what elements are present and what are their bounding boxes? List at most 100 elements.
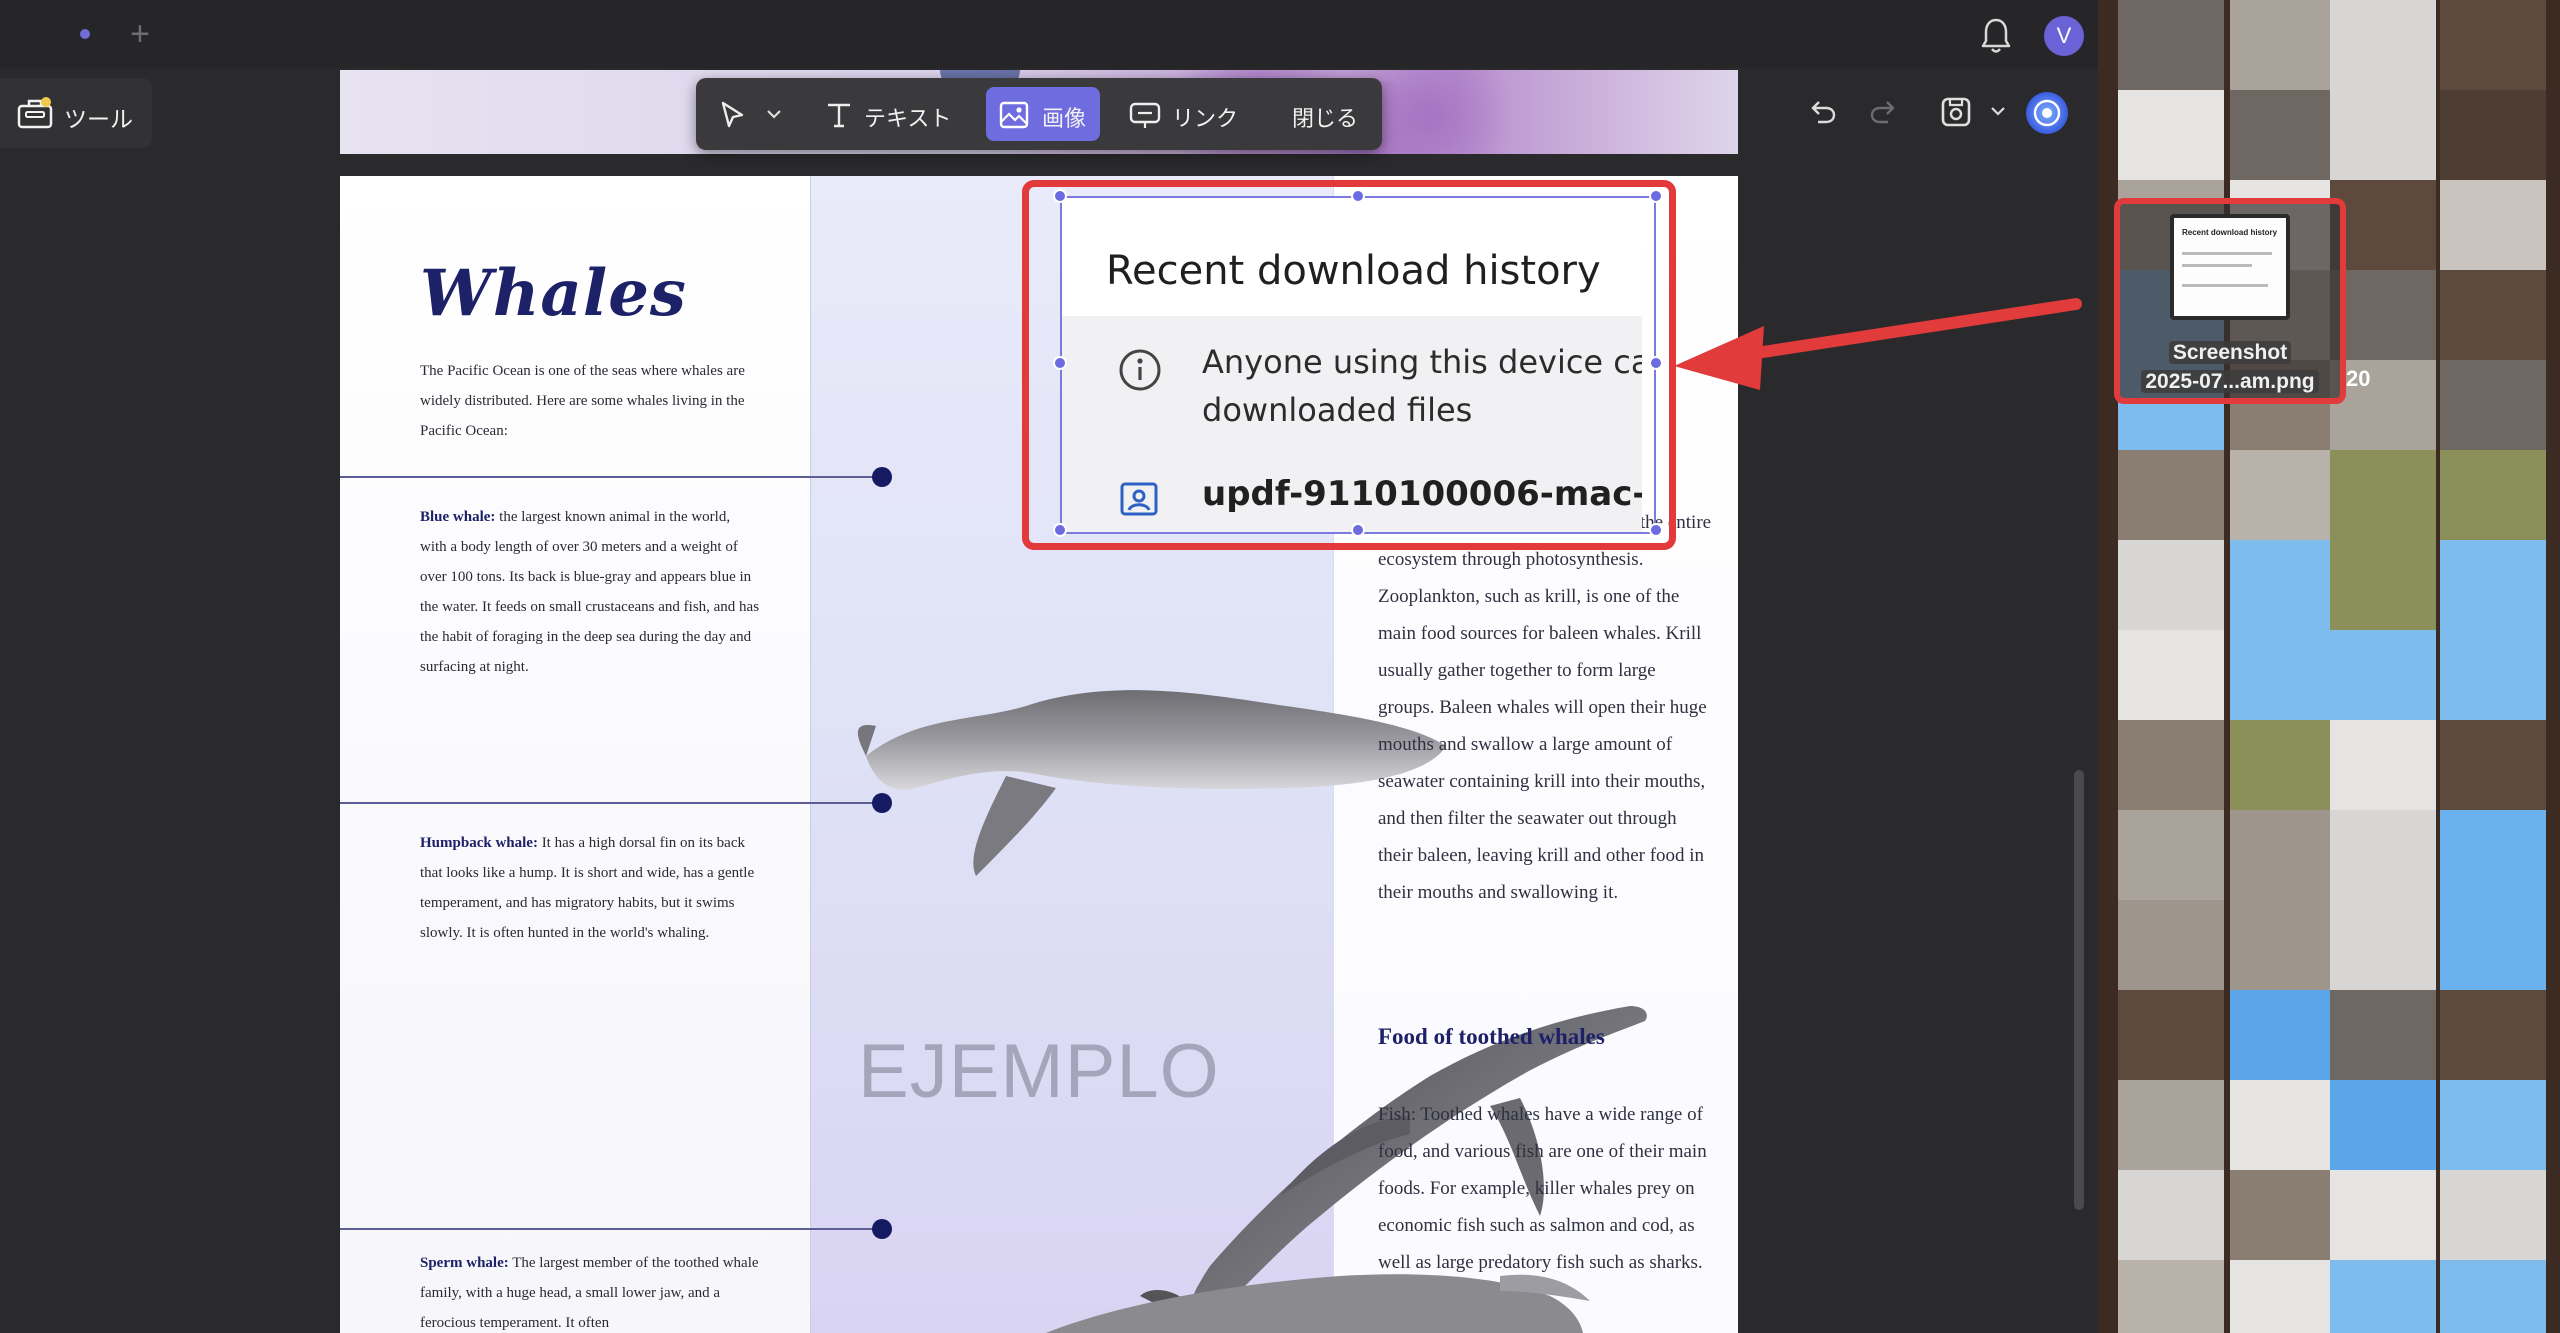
new-tab-button[interactable]: + bbox=[130, 14, 150, 54]
blurred-icon-tile bbox=[2330, 990, 2436, 1080]
chevron-down-icon bbox=[767, 110, 781, 119]
close-edit-button[interactable]: 閉じる bbox=[1280, 87, 1370, 141]
image-tool-button[interactable]: 画像 bbox=[986, 87, 1100, 141]
blurred-icon-tile bbox=[2440, 720, 2546, 810]
text-icon bbox=[828, 103, 850, 128]
entry-name: Sperm whale: bbox=[420, 1255, 509, 1271]
blurred-icon-tile bbox=[2330, 1260, 2436, 1333]
blurred-icon-tile bbox=[2230, 720, 2336, 810]
tab-indicator[interactable] bbox=[80, 29, 90, 39]
edit-toolbar: テキスト 画像 リンク 閉じる bbox=[696, 78, 1382, 150]
blurred-icon-tile bbox=[2330, 540, 2436, 630]
thumbnail-mini-line bbox=[2182, 252, 2272, 255]
blurred-icon-tile bbox=[2118, 540, 2224, 630]
chevron-down-icon[interactable] bbox=[1990, 104, 2006, 118]
blurred-icon-tile bbox=[2440, 1170, 2546, 1260]
blurred-icon-tile bbox=[2440, 990, 2546, 1080]
blurred-icon-tile bbox=[2440, 90, 2546, 180]
blurred-icon-tile bbox=[2118, 90, 2224, 180]
blurred-icon-tile bbox=[2118, 810, 2224, 900]
document-title[interactable]: Whales bbox=[420, 256, 687, 331]
toolbox-icon bbox=[17, 97, 53, 129]
text-tool-label: テキスト bbox=[864, 106, 952, 131]
blurred-icon-tile bbox=[2230, 810, 2336, 900]
blurred-icon-tile bbox=[2330, 0, 2436, 90]
entry-sperm-whale[interactable]: Sperm whale: The largest member of the t… bbox=[420, 1248, 760, 1333]
image-icon bbox=[999, 101, 1029, 129]
entry-name: Blue whale: bbox=[420, 509, 496, 525]
blurred-icon-tile bbox=[2230, 1170, 2336, 1260]
blurred-icon-tile bbox=[2330, 1170, 2436, 1260]
blurred-icon-tile bbox=[2118, 1260, 2224, 1333]
blurred-icon-tile bbox=[2118, 720, 2224, 810]
thumbnail-mini-line bbox=[2182, 284, 2268, 287]
blurred-icon-tile bbox=[2440, 900, 2546, 990]
divider-line bbox=[340, 802, 888, 804]
blurred-icon-tile bbox=[2118, 0, 2224, 90]
blurred-icon-tile bbox=[2230, 1260, 2336, 1333]
bell-icon[interactable] bbox=[1978, 16, 2014, 56]
timeline-node bbox=[872, 467, 892, 487]
divider-line bbox=[340, 476, 888, 478]
entry-humpback-whale[interactable]: Humpback whale: It has a high dorsal fin… bbox=[420, 828, 760, 948]
undo-icon[interactable] bbox=[1806, 96, 1838, 128]
desktop-partial-label: 20 bbox=[2346, 366, 2371, 391]
blurred-icon-tile bbox=[2118, 630, 2224, 720]
screenshot-file-thumbnail[interactable]: Recent download history bbox=[2170, 214, 2290, 320]
blurred-icon-tile bbox=[2118, 1080, 2224, 1170]
blurred-icon-tile bbox=[2440, 360, 2546, 450]
save-icon[interactable] bbox=[1938, 94, 1974, 130]
blurred-icon-tile bbox=[2440, 270, 2546, 360]
blurred-icon-tile bbox=[2118, 450, 2224, 540]
title-bar: + V bbox=[0, 0, 2098, 68]
right-heading-toothed[interactable]: Food of toothed whales bbox=[1378, 1024, 1605, 1050]
text-tool-button[interactable]: テキスト bbox=[814, 87, 964, 141]
file-label-line-2: 2025-07...am.png bbox=[2141, 370, 2319, 393]
blurred-icon-tile bbox=[2230, 900, 2336, 990]
blurred-icon-tile bbox=[2440, 1260, 2546, 1333]
left-column bbox=[340, 176, 810, 1333]
right-paragraph-baleen[interactable]: ecosystem and provide energy for the ent… bbox=[1378, 504, 1712, 911]
app-window: + V ツール Whales The Pacific Ocean is one … bbox=[0, 0, 2098, 1333]
blurred-icon-tile bbox=[2230, 630, 2336, 720]
cursor-icon bbox=[721, 101, 744, 128]
blurred-icon-tile bbox=[2118, 1170, 2224, 1260]
tools-button[interactable]: ツール bbox=[0, 78, 152, 148]
blurred-icon-tile bbox=[2440, 630, 2546, 720]
blurred-icon-tile bbox=[2230, 540, 2336, 630]
blurred-icon-tile bbox=[2330, 630, 2436, 720]
file-label-line-1: Screenshot bbox=[2168, 341, 2292, 364]
right-paragraph-fish[interactable]: Fish: Toothed whales have a wide range o… bbox=[1378, 1096, 1712, 1281]
link-tool-label: リンク bbox=[1172, 106, 1239, 131]
blurred-icon-tile bbox=[2230, 450, 2336, 540]
blurred-icon-tile bbox=[2440, 810, 2546, 900]
blurred-icon-tile bbox=[2230, 1080, 2336, 1170]
blurred-icon-tile bbox=[2330, 90, 2436, 180]
blurred-icon-tile bbox=[2440, 450, 2546, 540]
screen: + V ツール Whales The Pacific Ocean is one … bbox=[0, 0, 2560, 1333]
red-arrow-annotation bbox=[1674, 298, 2082, 390]
link-tool-button[interactable]: リンク bbox=[1118, 87, 1258, 141]
divider-line bbox=[340, 1228, 888, 1230]
intro-paragraph[interactable]: The Pacific Ocean is one of the seas whe… bbox=[420, 356, 760, 446]
sample-watermark: EJEMPLO bbox=[858, 1029, 1220, 1114]
blurred-icon-tile bbox=[2118, 900, 2224, 990]
blurred-icon-tile bbox=[2330, 810, 2436, 900]
tools-label: ツール bbox=[64, 106, 133, 132]
ai-assistant-icon[interactable] bbox=[2024, 90, 2070, 136]
blurred-icon-tile bbox=[2330, 450, 2436, 540]
entry-name: Humpback whale: bbox=[420, 835, 538, 851]
screenshot-file-label[interactable]: Screenshot 2025-07...am.png bbox=[2124, 338, 2336, 396]
close-edit-label: 閉じる bbox=[1292, 106, 1359, 131]
blurred-icon-tile bbox=[2330, 720, 2436, 810]
link-icon bbox=[1129, 102, 1161, 128]
blurred-icon-tile bbox=[2330, 1080, 2436, 1170]
select-tool-button[interactable] bbox=[706, 87, 796, 141]
thumbnail-mini-line bbox=[2182, 264, 2252, 267]
blurred-icon-tile bbox=[2118, 990, 2224, 1080]
redo-icon[interactable] bbox=[1868, 96, 1900, 128]
entry-blue-whale[interactable]: Blue whale: the largest known animal in … bbox=[420, 502, 760, 682]
vertical-scrollbar[interactable] bbox=[2074, 770, 2084, 1210]
blurred-icon-tile bbox=[2330, 900, 2436, 990]
user-avatar[interactable]: V bbox=[2044, 16, 2084, 56]
